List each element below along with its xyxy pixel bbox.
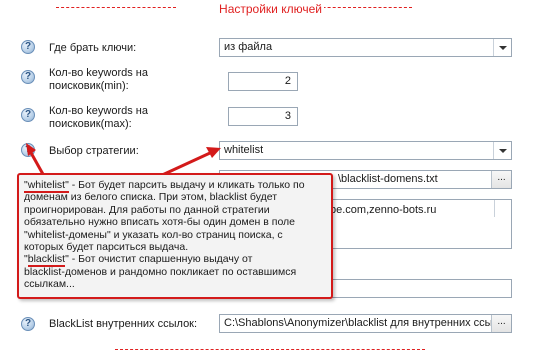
strategy-tooltip: "whitelist" - Бот будет парсить выдачу и… (17, 173, 333, 299)
